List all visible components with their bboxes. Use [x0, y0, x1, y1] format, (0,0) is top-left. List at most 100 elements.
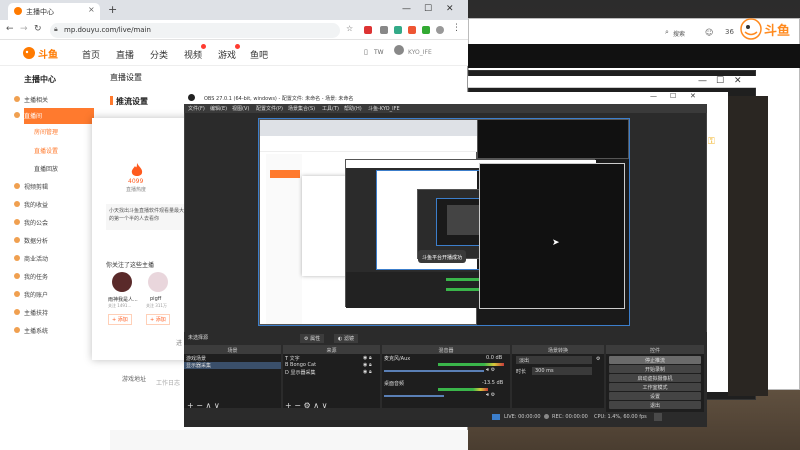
streamer-avatar[interactable]: [112, 272, 132, 292]
popup-bottom-button[interactable]: 进: [176, 338, 182, 347]
username[interactable]: KYO_IFE: [408, 49, 432, 56]
scenes-list[interactable]: 游戏场景 显示器采集: [184, 354, 281, 408]
add-follow-button[interactable]: + 添加: [146, 314, 170, 325]
maximize-icon[interactable]: ☐: [670, 92, 676, 100]
extension-icon[interactable]: [408, 26, 416, 34]
extension-icon[interactable]: [394, 26, 402, 34]
close-tab-icon[interactable]: ×: [88, 5, 95, 14]
studio-mode-button[interactable]: 工作室模式: [609, 383, 701, 391]
add-scene-icon[interactable]: + − ∧ ∨: [187, 401, 220, 410]
nav-live[interactable]: 直播: [116, 48, 134, 61]
url-bar[interactable]: 🔒︎ mp.douyu.com/live/main: [50, 23, 340, 38]
maximize-icon[interactable]: ☐: [716, 76, 724, 86]
volume-slider[interactable]: [384, 395, 444, 397]
start-recording-button[interactable]: 开始录制: [609, 365, 701, 373]
sidebar-subitem[interactable]: 直播回放: [34, 164, 58, 173]
nav-video[interactable]: 视频: [184, 48, 202, 61]
menu-file[interactable]: 文件(F): [188, 105, 205, 112]
follow-popup[interactable]: 4099 直播热度 小天找出斗鱼直播软件观看量最大的第一个半的人去看你 你关注了…: [92, 118, 192, 360]
sidebar-item[interactable]: 我的公会: [24, 218, 48, 227]
sidebar-item[interactable]: 主播系统: [24, 326, 48, 335]
menu-scene-collection[interactable]: 场景集合(S): [288, 105, 315, 112]
sidebar-item[interactable]: 我的账户: [24, 290, 48, 299]
search-label[interactable]: 搜索: [673, 29, 685, 38]
speaker-icon[interactable]: 🔊︎ ⚙: [486, 367, 495, 373]
profile-avatar[interactable]: [436, 26, 444, 34]
source-item[interactable]: T 文字: [285, 355, 300, 362]
minimize-icon[interactable]: —: [402, 4, 411, 14]
sidebar-item[interactable]: 我的收益: [24, 200, 48, 209]
add-source-icon[interactable]: + − ⚙ ∧ ∨: [285, 401, 327, 410]
phone-icon[interactable]: ▯: [364, 48, 368, 56]
sources-list[interactable]: T 文字 B Bongo Cat D 显示器采集 ◉ 🔒︎ ◉ 🔒︎ ◉ 🔒︎: [283, 354, 380, 408]
sidebar-item[interactable]: 我的任务: [24, 272, 48, 281]
search-icon[interactable]: ⌕: [665, 28, 669, 37]
scene-item-selected[interactable]: 显示器采集: [186, 362, 211, 369]
speaker-icon[interactable]: 🔊︎ ⚙: [486, 392, 495, 398]
exit-button[interactable]: 退出: [609, 401, 701, 409]
menu-tools[interactable]: 工具(T): [322, 105, 339, 112]
gear-icon: ⚙: [304, 336, 309, 342]
source-item[interactable]: B Bongo Cat: [285, 362, 316, 368]
menu-douyu-plugin[interactable]: 斗鱼-KYO_IFE: [368, 105, 400, 112]
sidebar-subitem-active[interactable]: 直播设置: [34, 146, 58, 155]
visibility-eye-icon[interactable]: ◉ 🔒︎: [363, 369, 372, 375]
virtual-camera-button[interactable]: 启动虚拟摄像机: [609, 374, 701, 382]
visibility-eye-icon[interactable]: ◉ 🔒︎: [363, 362, 372, 368]
sidebar-item[interactable]: 数据分析: [24, 236, 48, 245]
douyu-logo[interactable]: 斗鱼: [22, 44, 62, 62]
filters-button[interactable]: ◐ 滤镜: [334, 334, 358, 343]
sidebar-subitem[interactable]: 房间管理: [34, 127, 58, 136]
close-icon[interactable]: ✕: [734, 76, 742, 86]
nav-game[interactable]: 游戏: [218, 48, 236, 61]
nav-category[interactable]: 分类: [150, 48, 168, 61]
settings-button[interactable]: 设置: [609, 392, 701, 400]
page-footer: [110, 430, 468, 450]
user-icon[interactable]: ☺: [705, 28, 713, 37]
client-toolbar: [468, 44, 800, 68]
minimize-icon[interactable]: —: [650, 92, 657, 100]
extension-icon[interactable]: [364, 26, 372, 34]
extension-icon[interactable]: [380, 26, 388, 34]
stop-streaming-button[interactable]: 停止推流: [609, 356, 701, 364]
transition-select[interactable]: 淡出: [516, 356, 592, 364]
volume-slider[interactable]: [384, 370, 484, 372]
bookmark-star-icon[interactable]: ☆: [346, 24, 353, 33]
scene-item[interactable]: 游戏场景: [186, 355, 206, 362]
forward-icon[interactable]: →: [20, 24, 28, 34]
duration-input[interactable]: 300 ms: [532, 367, 592, 375]
close-icon[interactable]: ✕: [690, 92, 696, 100]
nav-home[interactable]: 首页: [82, 48, 100, 61]
maximize-icon[interactable]: ☐: [424, 4, 432, 14]
back-icon[interactable]: ←: [6, 24, 14, 34]
menu-help[interactable]: 帮助(H): [344, 105, 362, 112]
browser-tab[interactable]: 主播中心 ×: [8, 3, 100, 20]
user-avatar[interactable]: [394, 45, 404, 55]
transition-gear-icon[interactable]: ⚙: [596, 356, 600, 362]
header-label[interactable]: TW: [374, 49, 384, 56]
menu-icon[interactable]: ⋮: [452, 23, 461, 33]
sidebar-item[interactable]: 主播扶持: [24, 308, 48, 317]
sidebar-item[interactable]: 直播间: [24, 111, 42, 120]
add-follow-button[interactable]: + 添加: [108, 314, 132, 325]
menu-view[interactable]: 视图(V): [232, 105, 249, 112]
mouse-cursor-icon: ➤: [552, 238, 560, 248]
extension-icon[interactable]: [422, 26, 430, 34]
sidebar-item[interactable]: 视频剪辑: [24, 182, 48, 191]
audio-mixer[interactable]: 麦克风/Aux 0.0 dB 🔊︎ ⚙ 桌面音频 -13.5 dB 🔊︎ ⚙: [382, 354, 510, 408]
nav-fishbar[interactable]: 鱼吧: [250, 48, 268, 61]
source-item[interactable]: D 显示器采集: [285, 369, 315, 376]
minimize-icon[interactable]: —: [698, 76, 707, 86]
properties-button[interactable]: ⚙ 属性: [300, 334, 325, 343]
new-tab-button[interactable]: +: [108, 3, 117, 16]
streamer-avatar[interactable]: [148, 272, 168, 292]
visibility-eye-icon[interactable]: ◉ 🔒︎: [363, 355, 372, 361]
reload-icon[interactable]: ↻: [34, 24, 42, 34]
close-icon[interactable]: ✕: [446, 4, 454, 14]
menu-profile[interactable]: 配置文件(P): [256, 105, 283, 112]
sidebar-item[interactable]: 商业活动: [24, 254, 48, 263]
sidebar-item[interactable]: 主播相关: [24, 95, 48, 104]
obs-preview-canvas[interactable]: [258, 118, 630, 326]
menu-edit[interactable]: 编辑(E): [210, 105, 227, 112]
menu-dot-icon: [14, 309, 20, 315]
